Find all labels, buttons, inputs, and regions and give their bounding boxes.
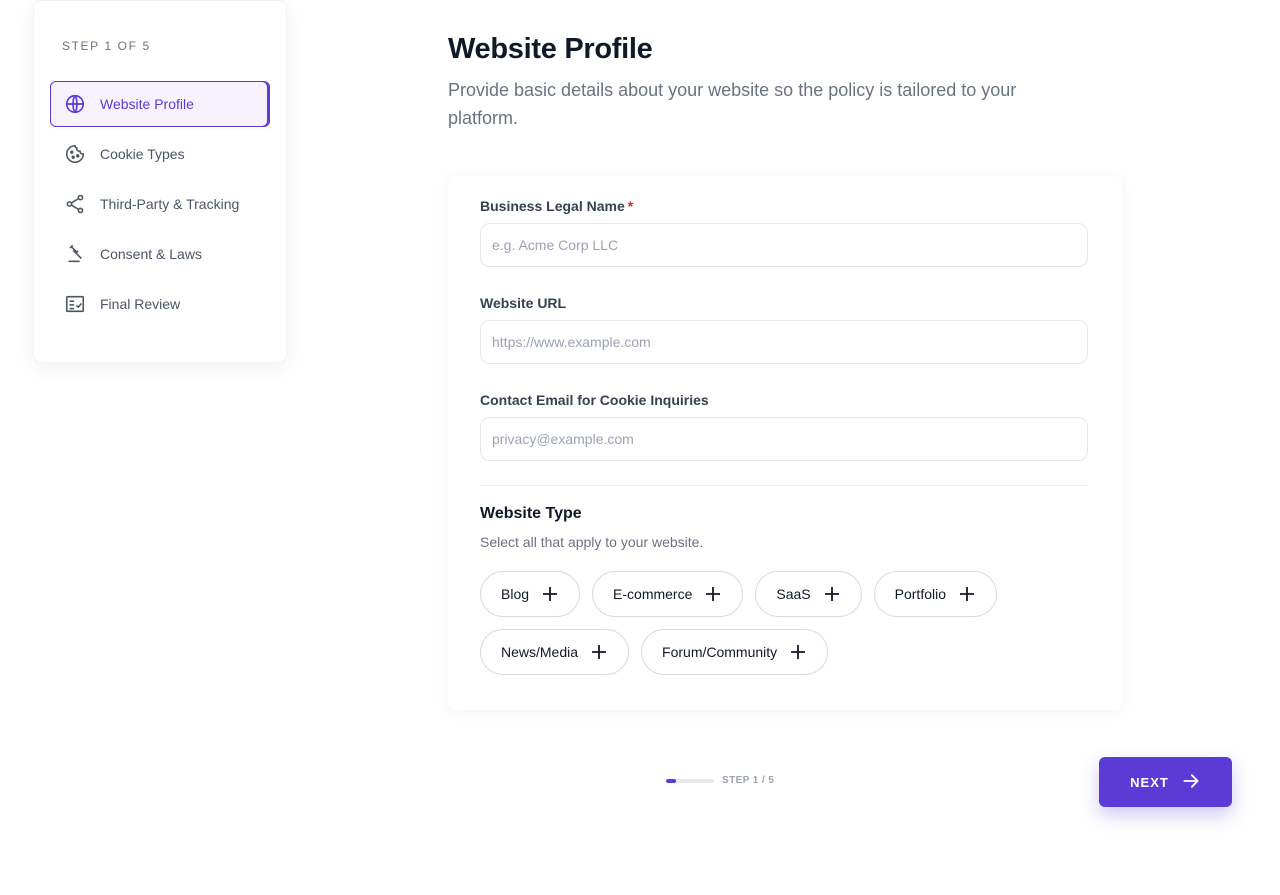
plus-icon xyxy=(789,643,807,661)
chip-label: Portfolio xyxy=(894,586,946,602)
plus-icon xyxy=(958,585,976,603)
contact-email-label: Contact Email for Cookie Inquiries xyxy=(480,392,709,408)
progress-text: STEP 1 / 5 xyxy=(722,775,775,786)
website-type-options: Blog E-commerce SaaS Portfolio News/Medi… xyxy=(480,571,1100,675)
required-mark: * xyxy=(627,198,634,214)
step-nav: Website Profile Cookie Types Third-Party… xyxy=(50,81,270,327)
checklist-icon xyxy=(64,293,86,315)
business-name-label-text: Business Legal Name xyxy=(480,198,625,214)
page-title: Website Profile xyxy=(448,33,653,65)
main-content: Website Profile Provide basic details ab… xyxy=(448,0,1122,710)
sidebar-item-label: Third-Party & Tracking xyxy=(100,196,240,212)
website-url-field: Website URL xyxy=(480,295,1088,364)
business-name-input[interactable] xyxy=(480,223,1088,267)
sidebar-item-label: Cookie Types xyxy=(100,146,185,162)
sidebar-item-final-review[interactable]: Final Review xyxy=(50,281,270,327)
next-button-label: NEXT xyxy=(1130,774,1169,790)
chip-label: Blog xyxy=(501,586,530,602)
chip-portfolio[interactable]: Portfolio xyxy=(873,571,997,617)
step-counter: STEP 1 OF 5 xyxy=(62,39,151,53)
sidebar-item-third-party-tracking[interactable]: Third-Party & Tracking xyxy=(50,181,270,227)
sidebar-item-label: Final Review xyxy=(100,296,181,312)
chip-forum-community[interactable]: Forum/Community xyxy=(641,629,829,675)
plus-icon xyxy=(823,585,841,603)
website-url-label: Website URL xyxy=(480,295,567,311)
chip-blog[interactable]: Blog xyxy=(480,571,581,617)
progress-track xyxy=(666,778,714,783)
business-name-label: Business Legal Name * xyxy=(480,198,1088,214)
contact-email-field: Contact Email for Cookie Inquiries xyxy=(480,392,1088,461)
plus-icon xyxy=(704,585,722,603)
sidebar-item-label: Consent & Laws xyxy=(100,246,202,262)
chip-label: SaaS xyxy=(776,586,811,602)
chip-label: E-commerce xyxy=(613,586,693,602)
business-name-field: Business Legal Name * xyxy=(480,198,1088,267)
sidebar-item-label: Website Profile xyxy=(100,96,194,112)
form-card: Business Legal Name* Website URL Contact… xyxy=(448,176,1122,710)
step-progress: STEP 1 / 5 xyxy=(666,775,774,786)
chip-ecommerce[interactable]: E-commerce xyxy=(592,571,744,617)
website-url-input[interactable] xyxy=(480,320,1088,364)
cookie-icon xyxy=(64,143,86,165)
chip-label: News/Media xyxy=(501,644,579,660)
chip-saas[interactable]: SaaS xyxy=(755,571,862,617)
gavel-icon xyxy=(64,243,86,265)
chip-news-media[interactable]: News/Media xyxy=(480,629,630,675)
sidebar-item-cookie-types[interactable]: Cookie Types xyxy=(50,131,270,177)
plus-icon xyxy=(590,643,608,661)
section-divider xyxy=(480,485,1088,486)
page-subtitle: Provide basic details about your website… xyxy=(448,80,1017,128)
sidebar-item-consent-laws[interactable]: Consent & Laws xyxy=(50,231,270,277)
website-type-title: Website Type xyxy=(480,505,582,522)
website-type-subtitle: Select all that apply to your website. xyxy=(480,534,704,550)
contact-email-input[interactable] xyxy=(480,417,1088,461)
plus-icon xyxy=(541,585,559,603)
progress-fill xyxy=(666,778,676,783)
arrow-right-icon xyxy=(1181,771,1201,794)
chip-label: Forum/Community xyxy=(662,644,778,660)
step-sidebar: STEP 1 OF 5 Website Profile Cookie Types xyxy=(33,0,287,363)
next-button[interactable]: NEXT xyxy=(1099,757,1232,807)
share-icon xyxy=(64,193,86,215)
sidebar-item-website-profile[interactable]: Website Profile xyxy=(50,81,270,127)
globe-icon xyxy=(64,93,86,115)
